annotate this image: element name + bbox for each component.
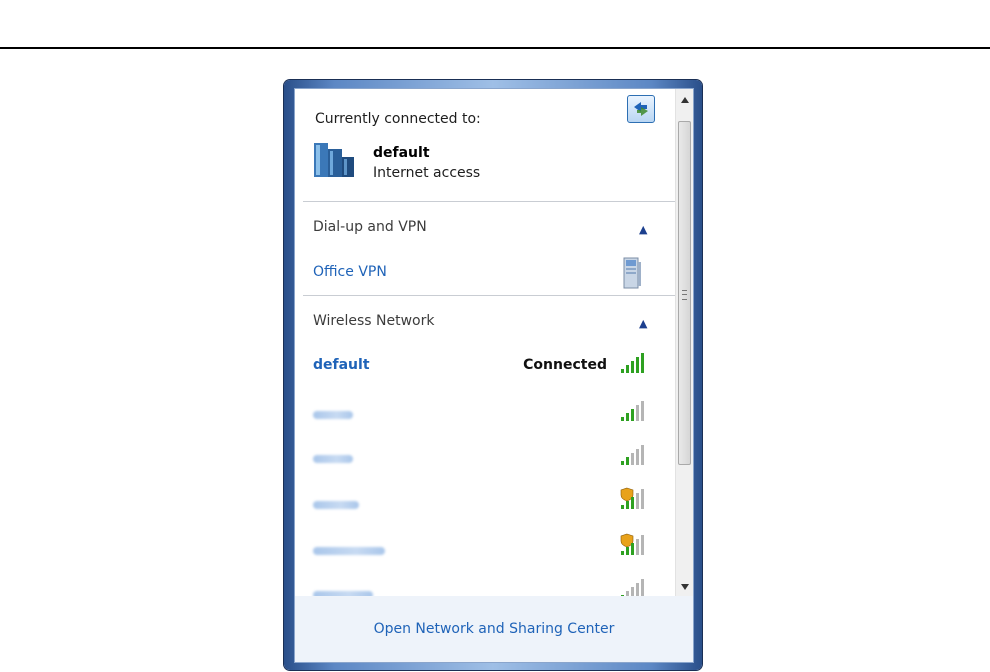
wireless-collapse-button[interactable]: ▲: [639, 317, 647, 330]
section-divider: [303, 201, 675, 202]
scrollbar-thumb[interactable]: [678, 121, 691, 465]
flyout-footer: Open Network and Sharing Center: [294, 596, 694, 663]
grip-icon: [682, 290, 687, 300]
refresh-icon: [634, 102, 648, 116]
vertical-scrollbar[interactable]: [675, 89, 693, 597]
signal-strength-icon: [621, 579, 644, 597]
wireless-network-default[interactable]: default: [313, 357, 370, 373]
network-flyout-window: Currently connected to: default Internet…: [284, 80, 702, 670]
current-connection-name: default: [373, 145, 430, 161]
network-list-panel: Currently connected to: default Internet…: [294, 88, 694, 598]
wireless-section-title: Wireless Network: [313, 313, 435, 329]
network-list-content: Currently connected to: default Internet…: [295, 89, 675, 597]
current-connection-status: Internet access: [373, 165, 481, 181]
open-network-sharing-center-link[interactable]: Open Network and Sharing Center: [374, 621, 615, 637]
scroll-down-button[interactable]: [676, 578, 693, 595]
dialup-section-title: Dial-up and VPN: [313, 219, 427, 235]
wireless-network-item[interactable]: [313, 547, 385, 555]
vpn-icon: [623, 257, 641, 289]
signal-strength-icon: [621, 401, 644, 421]
scroll-up-button[interactable]: [676, 91, 693, 108]
arrow-down-icon: [680, 583, 689, 590]
wireless-network-item[interactable]: [313, 501, 359, 509]
wireless-network-item[interactable]: [313, 411, 353, 419]
chevron-up-icon: ▲: [639, 317, 648, 330]
wireless-network-item[interactable]: [313, 455, 353, 463]
top-divider-line: [0, 47, 990, 49]
signal-strength-icon: [621, 353, 644, 373]
connection-status-label: Connected: [523, 357, 607, 373]
currently-connected-label: Currently connected to:: [315, 111, 481, 127]
signal-strength-icon: [621, 445, 644, 465]
vpn-item-office-vpn[interactable]: Office VPN: [313, 264, 387, 280]
network-building-icon: [314, 143, 354, 177]
refresh-button[interactable]: [627, 95, 655, 123]
secured-signal-icon: [620, 487, 644, 509]
section-divider: [303, 295, 675, 296]
arrow-up-icon: [680, 96, 689, 103]
chevron-up-icon: ▲: [639, 223, 648, 236]
secured-signal-icon: [620, 533, 644, 555]
dialup-collapse-button[interactable]: ▲: [639, 223, 647, 236]
